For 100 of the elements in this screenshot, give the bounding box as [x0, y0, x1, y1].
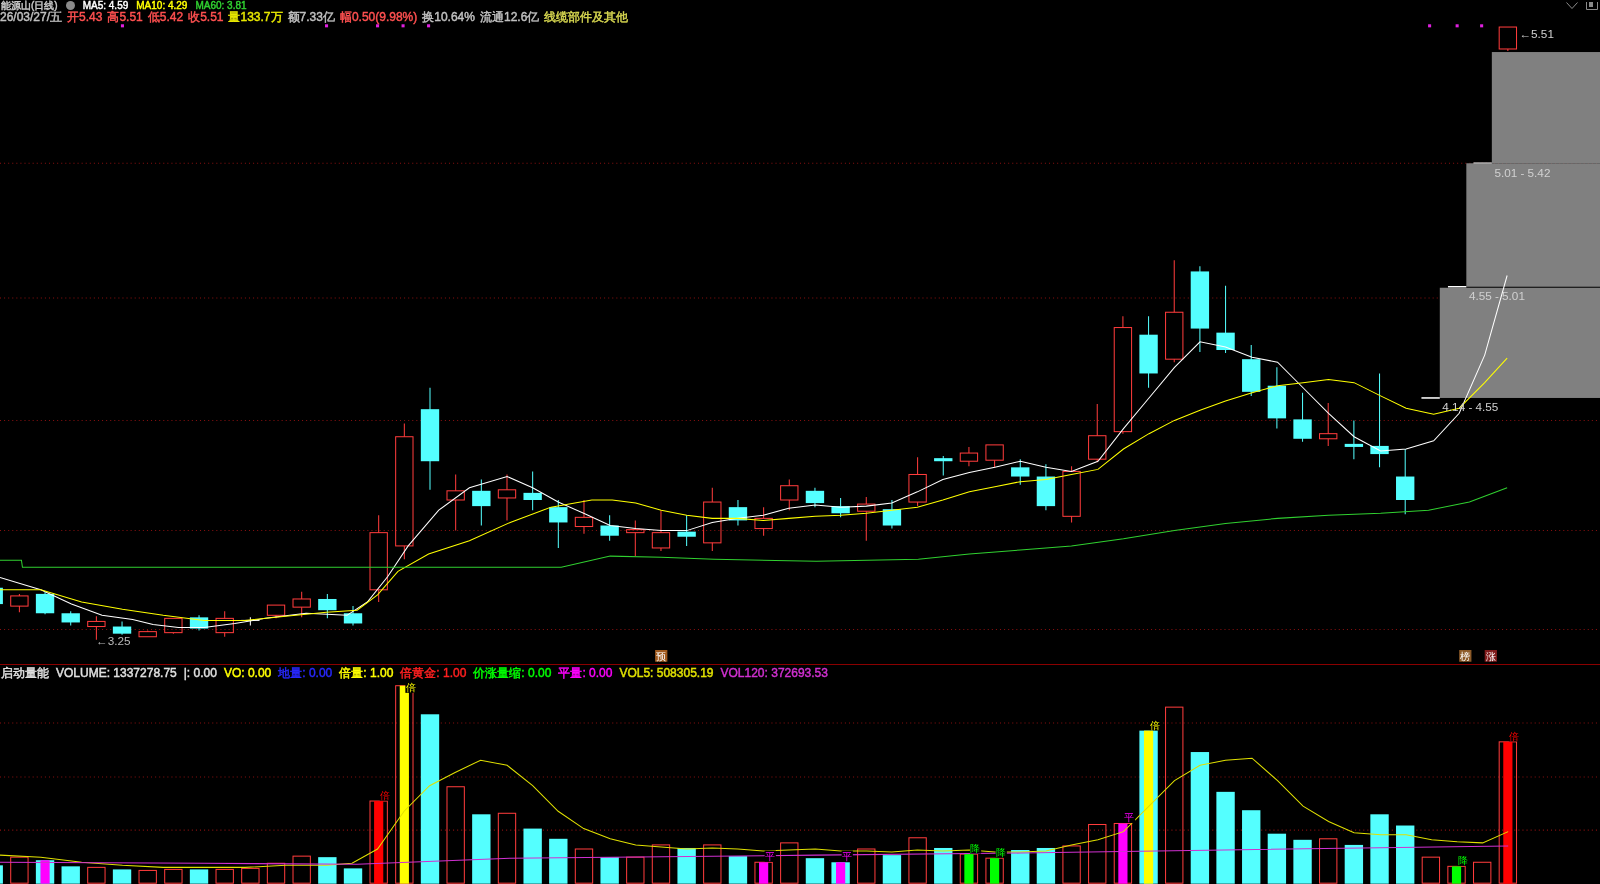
candlestick: [1011, 458, 1030, 486]
volume-bar: [0, 865, 3, 884]
volume-bar: [10, 856, 29, 884]
candlestick: [164, 617, 183, 635]
candlestick: [1242, 344, 1261, 397]
candlestick: [959, 446, 979, 467]
volume-bar: [754, 861, 773, 884]
candlestick: [472, 479, 491, 526]
quote-field: 额7.33亿: [287, 11, 335, 24]
moving-average-value: MA5: 4.59: [82, 0, 129, 11]
chevron-icon[interactable]: [1566, 2, 1578, 9]
candlestick: [318, 593, 337, 619]
volume-bar: [1113, 822, 1133, 884]
signal-label: 倍: [379, 789, 391, 801]
candlestick: [189, 614, 209, 632]
indicator-value: 价涨量缩: 0.00: [473, 665, 552, 680]
signal-label: 平: [841, 850, 853, 863]
indicator-value: 地量: 0.00: [278, 665, 333, 680]
volume-bar: [857, 848, 876, 884]
price-label: ←5.51: [1519, 26, 1554, 40]
candlestick: [35, 591, 55, 615]
volume-bar: [1473, 861, 1492, 884]
signal-tag: 预: [655, 650, 668, 662]
signal-label: 降: [1457, 854, 1469, 867]
candlestick: [266, 604, 286, 619]
signal-label: 平: [1123, 811, 1136, 824]
volume-bar: [959, 853, 979, 884]
indicator-value: VOLUME: 1337278.75: [56, 665, 177, 680]
candlestick: [728, 499, 748, 526]
quote-field: 开5.43: [67, 11, 103, 24]
candlestick: [61, 610, 80, 626]
price-label: ←3.25: [95, 634, 131, 648]
candlestick: [10, 593, 29, 613]
volume-bar: [626, 856, 645, 884]
volume-bar: [934, 848, 953, 884]
volume-bar: [677, 848, 696, 884]
candlestick: [0, 587, 3, 605]
candlestick: [138, 630, 157, 638]
candlestick: [703, 487, 722, 552]
candlestick: [112, 620, 132, 636]
candlestick: [754, 506, 773, 537]
candlestick: [805, 487, 825, 508]
volume-bar: [985, 857, 1004, 884]
signal-label: 倍: [405, 681, 417, 694]
signal-label: 平: [764, 850, 776, 863]
candlestick: [600, 514, 619, 542]
volume-bar: [549, 838, 568, 884]
stock-title: 能源山(日线): [1, 0, 58, 11]
volume-bar: [1396, 825, 1415, 884]
candlestick: [446, 474, 465, 532]
candlestick: [908, 456, 927, 507]
candlestick: [626, 519, 645, 557]
volume-bar: [1447, 865, 1466, 884]
volume-bar: [472, 814, 491, 884]
volume-bar: [703, 844, 722, 884]
signal-label: 倍: [1149, 718, 1161, 731]
circle-icon[interactable]: [65, 1, 75, 10]
signal-label: 降: [969, 842, 982, 855]
indicator-value: 平量: 0.00: [558, 665, 613, 680]
signal-label: 倍: [1508, 730, 1521, 742]
indicator-value: 倍量: 1.00: [339, 665, 394, 680]
volume-bar: [138, 869, 157, 884]
volume-bar: [1011, 850, 1030, 884]
moving-average-value: MA60: 3.81: [195, 0, 247, 11]
indicator-value: VOL5: 508305.19: [619, 665, 714, 680]
volume-bar: [215, 868, 234, 884]
volume-bar: [292, 855, 311, 884]
quote-field: 高5.51: [107, 11, 143, 24]
volume-bar: [343, 868, 363, 884]
candlestick: [857, 496, 876, 542]
volume-bar: [1293, 839, 1312, 884]
candlestick: [831, 497, 850, 518]
candlestick: [343, 605, 363, 626]
candlestick: [523, 470, 542, 511]
candlestick: [677, 514, 696, 547]
volume-bar: [523, 828, 542, 884]
candlestick: [1216, 285, 1235, 354]
volume-bar: [574, 848, 594, 884]
quote-field: 换10.64%: [422, 11, 475, 24]
candlestick: [292, 591, 311, 618]
candlestick: [1344, 419, 1364, 460]
volume-bar: [805, 858, 825, 884]
indicator-value: 倍黄金: 1.00: [400, 665, 467, 680]
candlestick: [1498, 26, 1518, 52]
candlestick: [1036, 463, 1056, 511]
volume-bar: [780, 842, 799, 884]
volume-bar: [112, 869, 132, 884]
volume-bar: [831, 862, 850, 884]
indicator-value: |: 0.00: [183, 665, 217, 680]
quote-field: 低5.42: [147, 11, 184, 24]
indicator-value: VO: 0.00: [223, 665, 272, 680]
volume-bar: [1421, 856, 1441, 884]
candlestick: [882, 499, 902, 530]
volume-bar: [1036, 848, 1056, 884]
candlestick: [497, 474, 517, 521]
window-icon[interactable]: [1586, 1, 1598, 10]
candlestick: [1088, 403, 1107, 463]
moving-average-value: MA10: 4.29: [136, 0, 188, 11]
signal-label: 降: [995, 846, 1007, 859]
quote-field: 26/03/27/五: [0, 11, 63, 24]
